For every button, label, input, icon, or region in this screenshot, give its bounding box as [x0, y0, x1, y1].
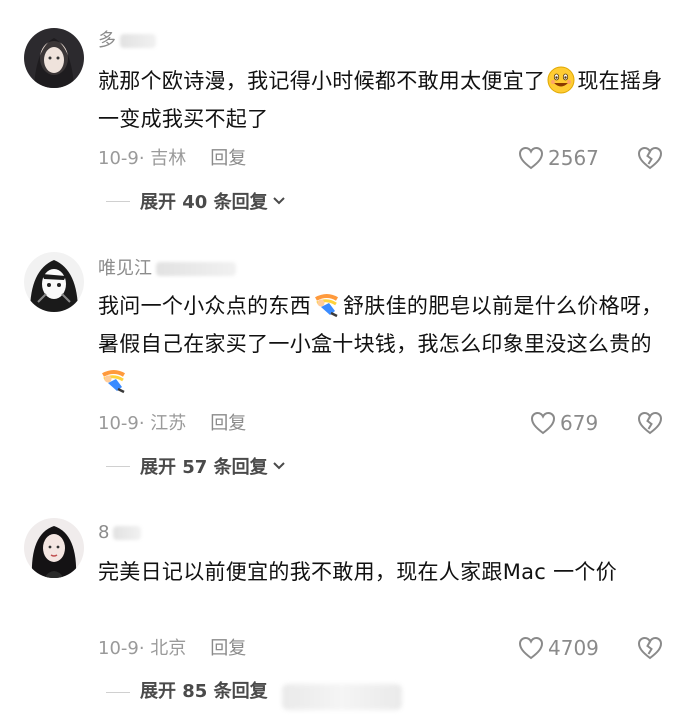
username-redaction [120, 34, 156, 48]
comment-text-part: 我问一个小众点的东西 [98, 294, 311, 318]
comment-text: 完美日记以前便宜的我不敢用，现在人家跟Mac 一个价 [98, 553, 663, 591]
heart-outline-icon [530, 411, 560, 435]
reply-button[interactable]: 回复 [210, 413, 246, 434]
expand-label: 展开 85 条回复 [140, 681, 268, 702]
like-count: 4709 [548, 636, 599, 660]
dislike-button[interactable] [637, 411, 663, 439]
expand-replies-button[interactable]: 展开 40 条回复 [106, 190, 286, 214]
broken-heart-icon [637, 636, 663, 664]
like-button[interactable]: 4709 [518, 636, 599, 660]
dislike-button[interactable] [637, 636, 663, 664]
expand-label: 展开 57 条回复 [140, 457, 268, 478]
comment-text: 我问一个小众点的东西 舒肤佳的肥皂以前是什么价格呀，暑假自己在家买了一小盒十块钱，… [98, 287, 663, 401]
comment-text-part: 完美日记以前便宜的我不敢用，现在人家跟Mac 一个价 [98, 560, 618, 584]
reply-button[interactable]: 回复 [210, 148, 246, 169]
username-text: 多 [98, 30, 116, 51]
comment-text-part: 就那个欧诗漫，我记得小时候都不敢用太便宜了 [98, 69, 546, 93]
expand-replies-button[interactable]: 展开 85 条回复 [106, 681, 268, 703]
grinning-face-icon [547, 66, 575, 94]
falling-person-icon [313, 291, 341, 319]
watermark [282, 684, 402, 710]
chevron-down-icon [272, 455, 286, 477]
username[interactable]: 多 [98, 30, 156, 52]
comment-meta: 10-9· 北京 回复 [98, 638, 246, 660]
heart-outline-icon [518, 636, 548, 660]
like-count: 2567 [548, 146, 599, 170]
username[interactable]: 8 [98, 522, 142, 544]
comment-meta: 10-9· 吉林 回复 [98, 148, 246, 170]
like-count: 679 [560, 411, 599, 435]
avatar[interactable] [24, 518, 84, 578]
comment-meta: 10-9· 江苏 回复 [98, 413, 246, 435]
falling-person-icon [100, 367, 128, 395]
username[interactable]: 唯见江 [98, 258, 236, 280]
date-location: 10-9· 江苏 [98, 413, 187, 434]
broken-heart-icon [637, 411, 663, 439]
date-location: 10-9· 北京 [98, 638, 187, 659]
avatar[interactable] [24, 28, 84, 88]
avatar[interactable] [24, 252, 84, 312]
username-redaction [156, 262, 236, 276]
expand-label: 展开 40 条回复 [140, 192, 268, 213]
like-button[interactable]: 679 [530, 411, 598, 435]
broken-heart-icon [637, 146, 663, 174]
comment-text: 就那个欧诗漫，我记得小时候都不敢用太便宜了 现在摇身一变成我买不起了 [98, 62, 663, 138]
dislike-button[interactable] [637, 146, 663, 174]
expand-replies-button[interactable]: 展开 57 条回复 [106, 455, 286, 479]
username-text: 唯见江 [98, 258, 152, 279]
heart-outline-icon [518, 146, 548, 170]
username-text: 8 [98, 522, 110, 543]
username-redaction [113, 526, 142, 540]
chevron-down-icon [272, 190, 286, 212]
date-location: 10-9· 吉林 [98, 148, 187, 169]
reply-button[interactable]: 回复 [210, 638, 246, 659]
like-button[interactable]: 2567 [518, 146, 599, 170]
